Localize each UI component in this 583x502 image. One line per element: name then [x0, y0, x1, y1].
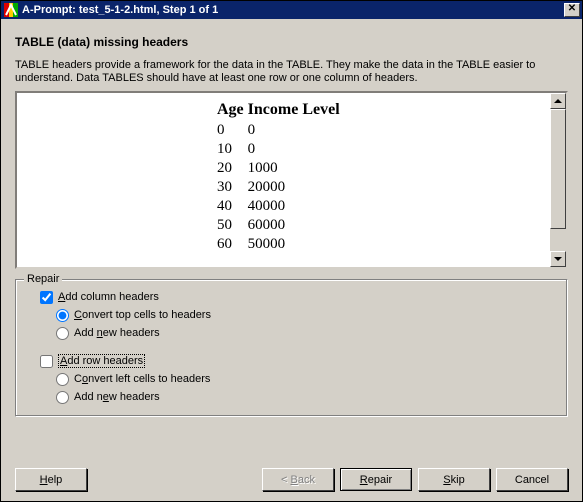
dialog-window: A-Prompt: test_5-1-2.html, Step 1 of 1 ✕… — [0, 0, 583, 502]
scroll-up-button[interactable] — [550, 93, 566, 109]
table-row: 3020000 — [217, 178, 344, 197]
col-header: Income Level — [248, 101, 344, 121]
table-row: 201000 — [217, 159, 344, 178]
description-text: TABLE headers provide a framework for th… — [15, 59, 568, 85]
help-button[interactable]: Help — [15, 468, 87, 491]
convert-left-cells-input[interactable] — [56, 373, 69, 386]
add-column-headers-checkbox[interactable]: Add column headers — [40, 288, 557, 306]
table-row: 100 — [217, 140, 344, 159]
data-table: Age Income Level 00 100 201000 3020000 4… — [217, 101, 344, 254]
close-button[interactable]: ✕ — [564, 3, 580, 17]
repair-button[interactable]: Repair — [340, 468, 412, 491]
preview-content: Age Income Level 00 100 201000 3020000 4… — [217, 93, 550, 267]
table-row: 5060000 — [217, 216, 344, 235]
window-title: A-Prompt: test_5-1-2.html, Step 1 of 1 — [22, 4, 564, 16]
add-new-col-headers-input[interactable] — [56, 327, 69, 340]
back-button: < Back — [262, 468, 334, 491]
titlebar: A-Prompt: test_5-1-2.html, Step 1 of 1 ✕ — [1, 1, 582, 19]
add-new-row-headers-input[interactable] — [56, 391, 69, 404]
skip-button[interactable]: Skip — [418, 468, 490, 491]
scroll-down-button[interactable] — [550, 251, 566, 267]
scroll-thumb[interactable] — [550, 109, 566, 229]
add-row-headers-input[interactable] — [40, 355, 53, 368]
col-header: Age — [217, 101, 248, 121]
add-column-headers-input[interactable] — [40, 291, 53, 304]
repair-legend: Repair — [24, 273, 62, 285]
vertical-scrollbar[interactable] — [550, 93, 566, 267]
convert-left-cells-radio[interactable]: Convert left cells to headers — [56, 370, 557, 388]
table-preview: Age Income Level 00 100 201000 3020000 4… — [15, 91, 568, 269]
repair-group: Repair Add column headers Convert top ce… — [15, 279, 568, 417]
cancel-button[interactable]: Cancel — [496, 468, 568, 491]
add-new-col-headers-radio[interactable]: Add new headers — [56, 324, 557, 342]
table-row: 6050000 — [217, 235, 344, 254]
convert-top-cells-radio[interactable]: Convert top cells to headers — [56, 306, 557, 324]
app-icon — [3, 2, 19, 18]
table-row: 4040000 — [217, 197, 344, 216]
add-new-row-headers-radio[interactable]: Add new headers — [56, 388, 557, 406]
table-row: 00 — [217, 121, 344, 140]
add-row-headers-checkbox[interactable]: Add row headers — [40, 352, 557, 370]
page-heading: TABLE (data) missing headers — [15, 35, 568, 49]
convert-top-cells-input[interactable] — [56, 309, 69, 322]
button-row: Help < Back Repair Skip Cancel — [15, 468, 568, 491]
